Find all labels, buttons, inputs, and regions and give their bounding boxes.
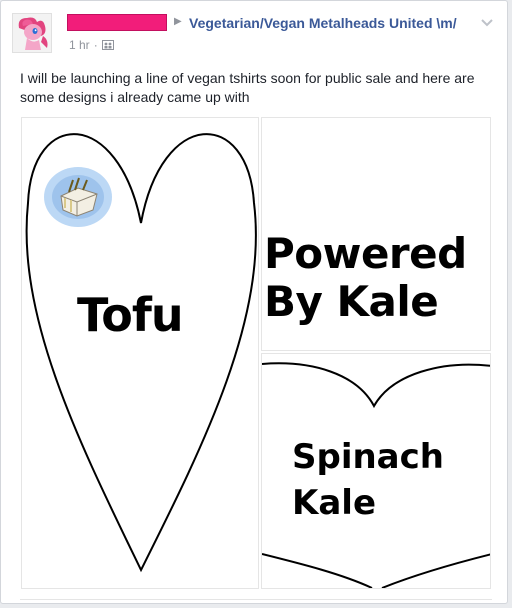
chevron-down-icon[interactable] [479,15,495,31]
tofu-caption: Tofu [77,288,184,342]
group-icon [101,40,114,50]
group-link[interactable]: Vegetarian/Vegan Metalheads United \m/ [189,15,457,31]
post-meta: 1 hr · [69,38,114,52]
post-divider [20,599,492,600]
spinach-kale-caption: Spinach Kale [292,434,444,526]
avatar[interactable] [12,13,52,53]
post-text: I will be launching a line of vegan tshi… [20,70,475,105]
powered-line: Powered [264,229,467,278]
meta-separator: · [93,38,98,52]
kale-line: Kale [292,483,377,523]
post-card: ▶ Vegetarian/Vegan Metalheads United \m/… [0,0,508,604]
pony-avatar-icon [18,17,48,50]
shared-to-arrow-icon: ▶ [174,16,182,27]
photo-powered-by-kale[interactable]: Powered By Kale [261,117,491,351]
spinach-line: Spinach [292,437,444,477]
photo-tofu-heart[interactable]: Tofu [21,117,259,589]
by-kale-line: By Kale [264,277,439,326]
tofu-icon [44,167,112,227]
post-timestamp[interactable]: 1 hr [69,38,90,52]
author-name-redacted [67,14,167,31]
photo-spinach-kale-heart[interactable]: Spinach Kale [261,353,491,589]
powered-by-kale-caption: Powered By Kale [264,230,467,326]
